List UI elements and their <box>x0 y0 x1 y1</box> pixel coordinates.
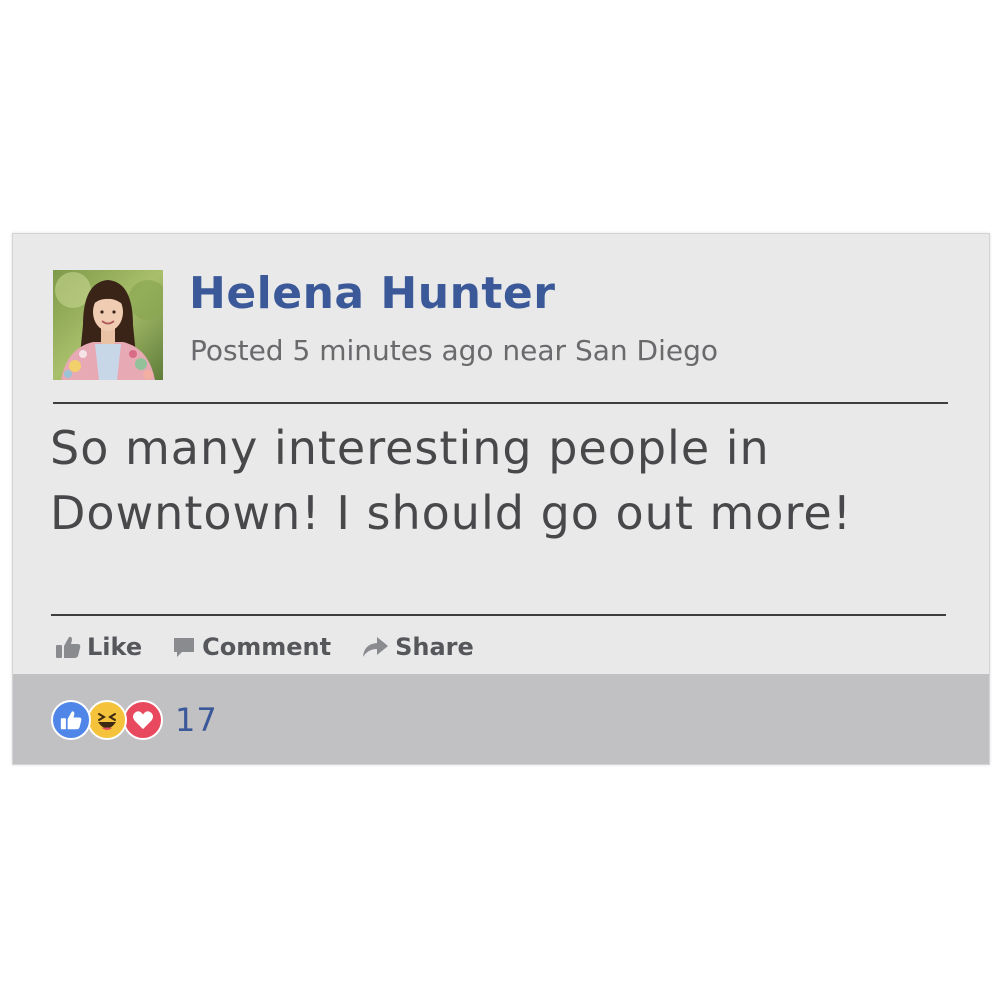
reactions-summary[interactable]: 17 <box>51 700 218 740</box>
avatar[interactable] <box>53 270 163 380</box>
thumbs-up-icon <box>56 636 81 658</box>
like-label: Like <box>87 633 143 661</box>
post-message: So many interesting people in Downtown! … <box>50 421 853 540</box>
reactions-footer: 17 <box>13 674 989 764</box>
comment-button[interactable]: Comment <box>172 633 331 661</box>
divider-bottom <box>51 614 946 616</box>
like-reaction-icon <box>51 700 91 740</box>
comment-label: Comment <box>202 633 332 661</box>
avatar-photo <box>53 270 163 380</box>
divider-top <box>53 402 948 404</box>
share-button[interactable]: Share <box>361 633 474 661</box>
share-label: Share <box>395 633 474 661</box>
reaction-count: 17 <box>175 701 218 739</box>
action-bar: Like Comment Share <box>55 630 504 664</box>
like-button[interactable]: Like <box>55 633 142 661</box>
speech-bubble-icon <box>174 638 195 657</box>
post-card: Helena Hunter Posted 5 minutes ago near … <box>12 233 990 765</box>
love-reaction-icon <box>123 700 163 740</box>
share-arrow-icon <box>363 637 389 657</box>
author-name[interactable]: Helena Hunter <box>189 268 555 319</box>
post-meta: Posted 5 minutes ago near San Diego <box>190 334 718 367</box>
haha-reaction-icon <box>87 700 127 740</box>
